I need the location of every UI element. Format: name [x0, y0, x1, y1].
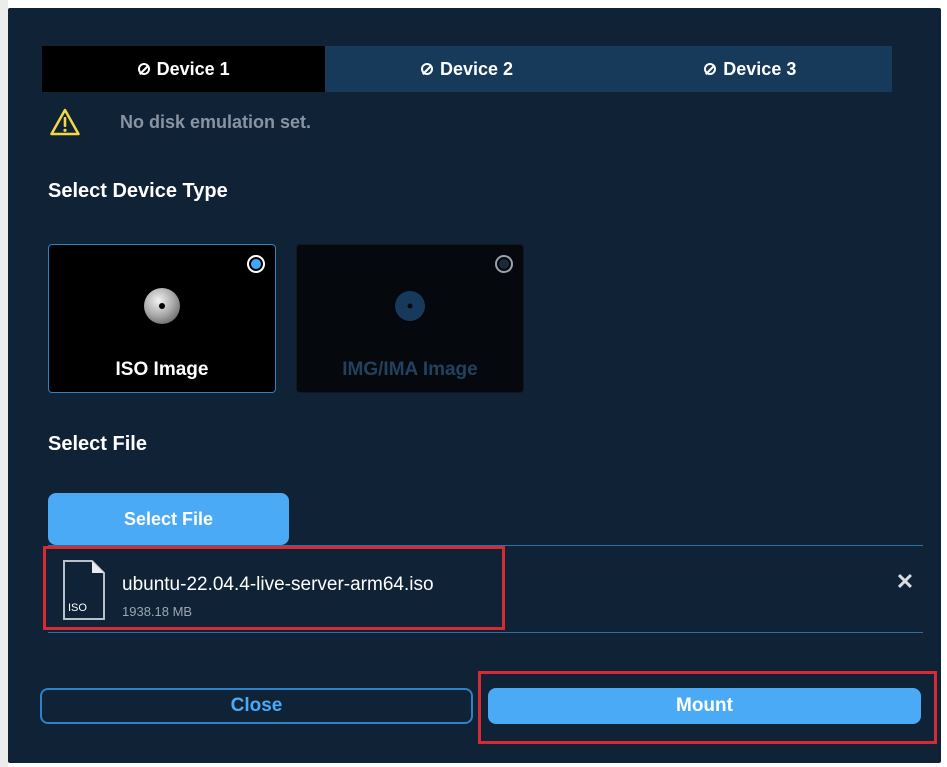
tab-device-2[interactable]: Device 2 — [325, 46, 609, 92]
status-warning: No disk emulation set. — [50, 108, 311, 136]
tab-device-1[interactable]: Device 1 — [42, 46, 326, 92]
divider — [48, 632, 923, 633]
selected-file-row: ISO ubuntu-22.04.4-live-server-arm64.iso… — [48, 546, 923, 632]
file-size: 1938.18 MB — [122, 604, 193, 619]
close-button[interactable]: Close — [40, 688, 473, 724]
tab-label: Device 2 — [439, 58, 514, 79]
disc-icon — [144, 288, 180, 324]
disc-icon — [395, 291, 425, 321]
close-icon[interactable]: ✕ — [895, 571, 915, 593]
tab-label: Device 1 — [156, 58, 230, 79]
iso-image-option[interactable]: ISO Image — [48, 244, 276, 393]
file-icon-label: ISO — [68, 602, 87, 614]
warning-icon — [50, 108, 80, 136]
mount-button[interactable]: Mount — [488, 688, 921, 724]
img-ima-image-option[interactable]: IMG/IMA Image — [296, 244, 524, 393]
backdrop — [0, 0, 8, 767]
ban-icon — [704, 63, 717, 75]
virtual-media-dialog: Device 1 Device 2 Device 3 No disk emula… — [8, 8, 941, 763]
iso-label: ISO Image — [115, 359, 209, 380]
device-type-title: Select Device Type — [48, 180, 228, 202]
ban-icon — [137, 63, 150, 75]
ban-icon — [420, 63, 433, 75]
iso-radio[interactable] — [247, 255, 265, 273]
img-radio[interactable] — [495, 255, 513, 273]
file-name: ubuntu-22.04.4-live-server-arm64.iso — [122, 574, 434, 595]
tab-device-3[interactable]: Device 3 — [608, 46, 892, 92]
file-icon: ISO — [63, 560, 105, 620]
img-label: IMG/IMA Image — [342, 359, 478, 380]
select-file-button[interactable]: Select File — [48, 493, 289, 545]
select-file-title: Select File — [48, 433, 147, 455]
warning-text: No disk emulation set. — [120, 111, 312, 132]
tab-label: Device 3 — [723, 58, 797, 79]
device-tabs: Device 1 Device 2 Device 3 — [42, 46, 892, 92]
